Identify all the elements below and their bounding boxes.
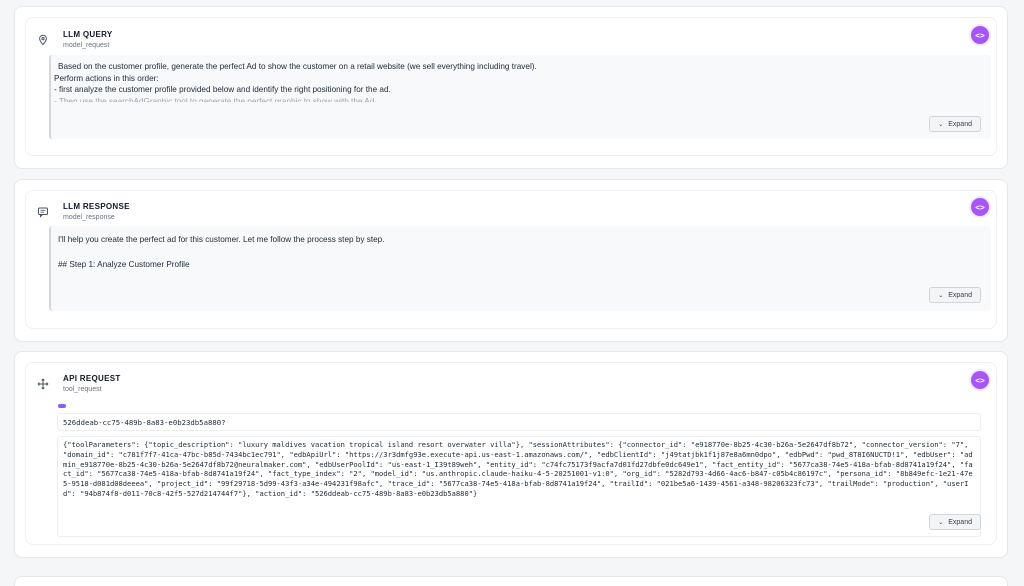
- response-line: [58, 247, 983, 260]
- view-code-button[interactable]: <>: [971, 198, 989, 216]
- query-line: Perform actions in this order:: [54, 73, 159, 83]
- card-subtitle: model_response: [63, 214, 115, 221]
- view-code-button[interactable]: <>: [971, 26, 989, 44]
- response-line: ## Step 1: Analyze Customer Profile: [58, 260, 190, 269]
- llm-response-card: LLM RESPONSE model_response <> I'll help…: [14, 179, 1008, 342]
- card-title: API REQUEST: [63, 374, 121, 383]
- expand-label: Expand: [948, 291, 972, 299]
- action-id-line: 526ddeab-cc75-489b-8a83-e0b23db5a880?: [57, 413, 981, 431]
- expand-button[interactable]: ⌄ Expand: [929, 287, 981, 303]
- location-pin-icon: [37, 34, 49, 46]
- expand-label: Expand: [948, 120, 972, 128]
- llm-query-card: LLM QUERY model_request <> Based on the …: [14, 6, 1008, 169]
- expand-button[interactable]: ⌄ Expand: [929, 514, 981, 530]
- chevron-down-icon: ⌄: [938, 292, 944, 299]
- card-subtitle: model_request: [63, 42, 110, 49]
- query-content: Based on the customer profile, generate …: [49, 55, 991, 139]
- tool-parameters-json: {"toolParameters": {"topic_description":…: [57, 436, 981, 537]
- chevron-down-icon: ⌄: [938, 121, 944, 128]
- response-line: I'll help you create the perfect ad for …: [58, 235, 385, 244]
- card-title: LLM QUERY: [63, 30, 113, 39]
- view-code-button[interactable]: <>: [971, 371, 989, 389]
- query-line-faded: - Then use the searchAdGraphic tool to g…: [54, 96, 377, 102]
- response-content: I'll help you create the perfect ad for …: [49, 226, 991, 311]
- status-indicator: [58, 404, 66, 408]
- query-line: Based on the customer profile, generate …: [58, 62, 537, 71]
- expand-label: Expand: [948, 518, 972, 526]
- query-line: - first analyze the customer profile pro…: [54, 85, 391, 94]
- json-text: {"toolParameters": {"topic_description":…: [63, 440, 973, 498]
- next-card-partial: [14, 576, 1008, 586]
- card-subtitle: tool_request: [63, 386, 102, 393]
- expand-button[interactable]: ⌄ Expand: [929, 116, 981, 132]
- chevron-down-icon: ⌄: [938, 519, 944, 526]
- action-id-text: 526ddeab-cc75-489b-8a83-e0b23db5a880?: [63, 418, 226, 427]
- card-title: LLM RESPONSE: [63, 202, 130, 211]
- move-icon: [37, 378, 49, 390]
- api-request-card: API REQUEST tool_request <> 526ddeab-cc7…: [14, 351, 1008, 558]
- chat-icon: [37, 206, 49, 218]
